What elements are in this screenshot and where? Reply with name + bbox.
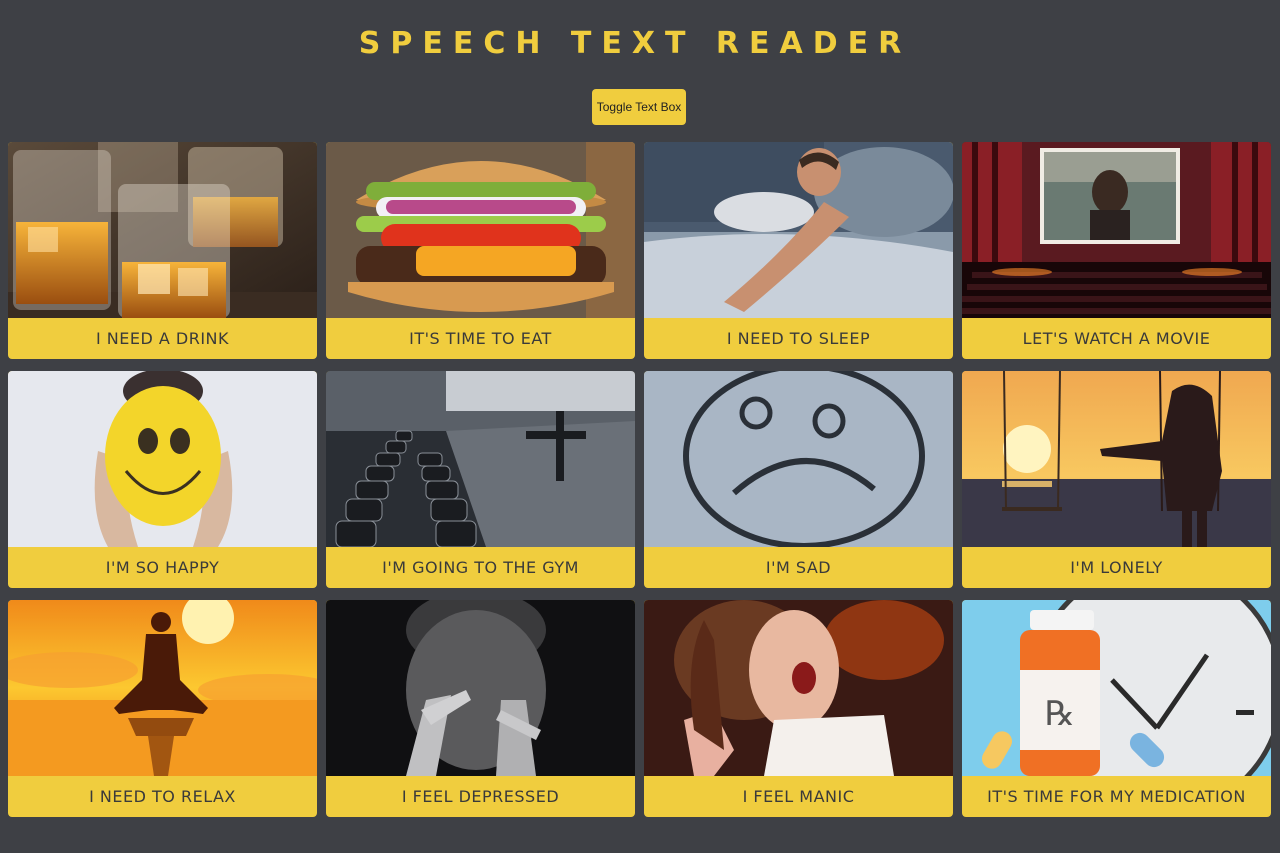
laughing-woman-image [644, 600, 953, 776]
card-movie[interactable]: LET'S WATCH A MOVIE [962, 142, 1271, 359]
sad-face-snow-image [644, 371, 953, 547]
medication-clock-image: ℞ [962, 600, 1271, 776]
card-label: I'M SAD [765, 558, 832, 577]
page-title: Speech Text Reader [358, 26, 912, 61]
card-label: I NEED TO SLEEP [726, 329, 871, 348]
card-label: I'M GOING TO THE GYM [382, 558, 579, 577]
card-label: I'M LONELY [1070, 558, 1163, 577]
card-gym[interactable]: I'M GOING TO THE GYM [326, 371, 635, 588]
card-label: I FEEL DEPRESSED [401, 787, 560, 806]
card-label: IT'S TIME FOR MY MEDICATION [987, 787, 1246, 806]
card-sad[interactable]: I'M SAD [644, 371, 953, 588]
smiley-balloon-image [8, 371, 317, 547]
card-drink[interactable]: I NEED A DRINK [8, 142, 317, 359]
card-manic[interactable]: I FEEL MANIC [644, 600, 953, 817]
card-label: I FEEL MANIC [742, 787, 855, 806]
toggle-text-box-button[interactable]: Toggle Text Box [592, 89, 686, 125]
card-lonely[interactable]: I'M LONELY [962, 371, 1271, 588]
depressed-man-image [326, 600, 635, 776]
swing-sunset-image [962, 371, 1271, 547]
whiskey-glasses-image [8, 142, 317, 318]
card-depressed[interactable]: I FEEL DEPRESSED [326, 600, 635, 817]
card-label: I'M SO HAPPY [105, 558, 220, 577]
card-happy[interactable]: I'M SO HAPPY [8, 371, 317, 588]
card-label: I NEED A DRINK [95, 329, 230, 348]
card-label: LET'S WATCH A MOVIE [1022, 329, 1211, 348]
card-label: IT'S TIME TO EAT [409, 329, 552, 348]
sleeping-man-image [644, 142, 953, 318]
cinema-image [962, 142, 1271, 318]
gym-dumbbells-image [326, 371, 635, 547]
card-sleep[interactable]: I NEED TO SLEEP [644, 142, 953, 359]
card-medication[interactable]: ℞ IT'S TIME FOR MY MEDICATION [962, 600, 1271, 817]
card-relax[interactable]: I NEED TO RELAX [8, 600, 317, 817]
card-label: I NEED TO RELAX [89, 787, 236, 806]
card-grid: I NEED A DRINK IT'S TIME TO EAT I NEED T… [8, 142, 1271, 817]
card-eat[interactable]: IT'S TIME TO EAT [326, 142, 635, 359]
meditation-image [8, 600, 317, 776]
rx-symbol-icon: ℞ [1045, 694, 1075, 734]
burger-image [326, 142, 635, 318]
